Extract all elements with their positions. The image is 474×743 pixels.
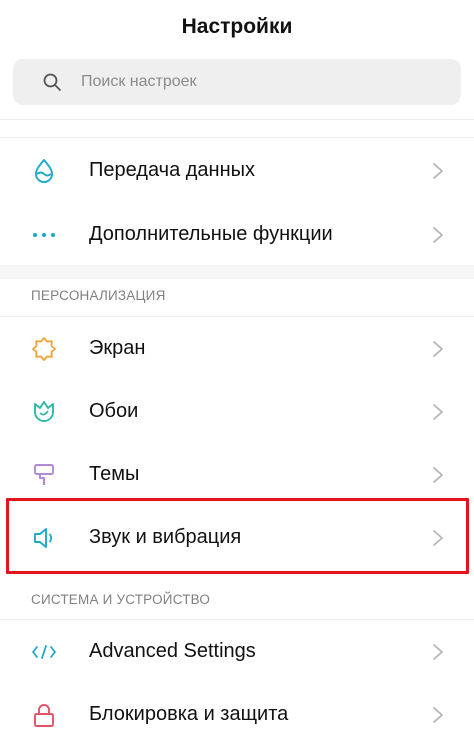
chevron-right-icon [433, 403, 443, 420]
settings-item-themes[interactable]: Темы [0, 443, 474, 506]
chevron-right-icon [433, 162, 443, 179]
code-brackets-icon [31, 639, 57, 665]
settings-item-label: Обои [89, 400, 139, 422]
settings-item-label: Блокировка и защита [89, 703, 289, 725]
settings-item-lock-security[interactable]: Блокировка и защита [0, 683, 474, 743]
water-drop-icon [31, 158, 57, 184]
settings-item-advanced-settings[interactable]: Advanced Settings [0, 620, 474, 683]
settings-item-additional-features[interactable]: Дополнительные функции [0, 203, 474, 266]
sun-brightness-icon [31, 336, 57, 362]
section-gap [0, 265, 474, 279]
settings-item-sound-vibration[interactable]: Звук и вибрация [0, 506, 474, 569]
chevron-right-icon [433, 466, 443, 483]
search-icon [43, 73, 61, 91]
search-bar[interactable] [13, 59, 461, 105]
search-input[interactable] [81, 59, 441, 105]
chevron-right-icon [433, 706, 443, 723]
page-title: Настройки [181, 15, 293, 38]
tulip-flower-icon [31, 399, 57, 425]
chevron-right-icon [433, 529, 443, 546]
settings-item-label: Темы [89, 463, 140, 485]
speaker-icon [31, 525, 57, 551]
divider [0, 119, 474, 120]
divider [0, 137, 474, 138]
settings-item-label: Звук и вибрация [89, 526, 242, 548]
section-header-personalization: ПЕРСОНАЛИЗАЦИЯ [31, 288, 166, 303]
chevron-right-icon [433, 226, 443, 243]
chevron-right-icon [433, 340, 443, 357]
settings-item-label: Advanced Settings [89, 640, 256, 662]
settings-item-data-transfer[interactable]: Передача данных [0, 139, 474, 202]
chevron-right-icon [433, 643, 443, 660]
app-header: Настройки [0, 0, 474, 54]
settings-item-label: Экран [89, 337, 146, 359]
lock-icon [31, 702, 57, 728]
settings-item-screen[interactable]: Экран [0, 317, 474, 380]
settings-item-label: Передача данных [89, 159, 256, 181]
settings-screen: Настройки Передача данных До [0, 0, 474, 743]
settings-item-label: Дополнительные функции [89, 223, 333, 245]
settings-item-wallpaper[interactable]: Обои [0, 380, 474, 443]
paint-roller-icon [31, 462, 57, 488]
section-header-system: СИСТЕМА И УСТРОЙСТВО [31, 592, 211, 607]
more-dots-icon [31, 222, 57, 248]
